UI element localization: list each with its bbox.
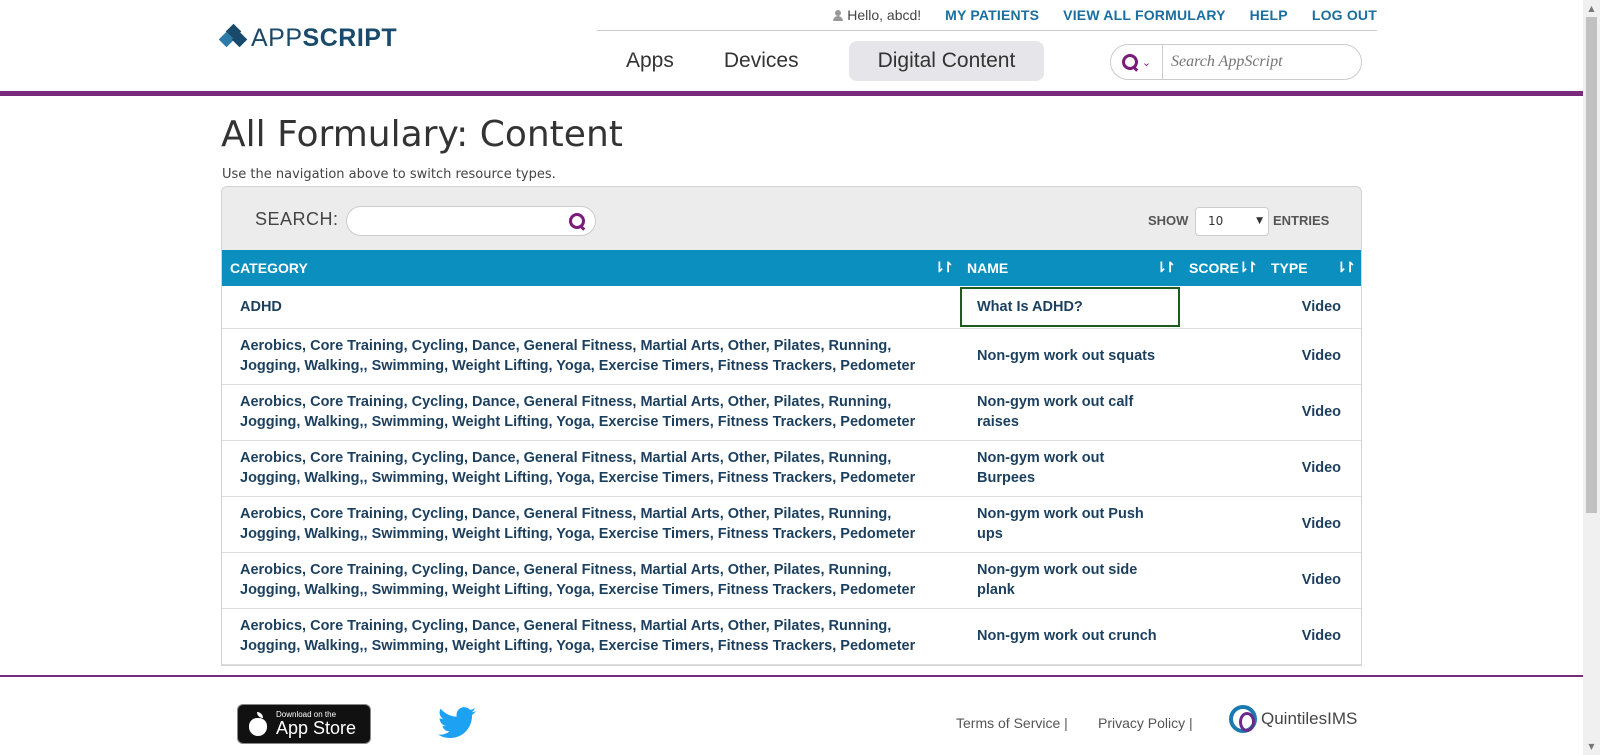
log-out-link[interactable]: LOG OUT [1312,7,1377,23]
search-icon [1121,54,1138,70]
row-name-link[interactable]: Non-gym work out side plank [959,552,1181,609]
row-category: Aerobics, Core Training, Cycling, Dance,… [222,328,959,385]
row-category: Aerobics, Core Training, Cycling, Dance,… [222,608,959,665]
table-row[interactable]: Aerobics, Core Training, Cycling, Dance,… [222,608,1361,665]
row-type: Video [1263,496,1361,553]
col-score[interactable]: SCORE ⇂↾ [1181,250,1263,286]
app-store-badge[interactable]: Download on the App Store [237,704,371,744]
site-footer: Download on the App Store Terms of Servi… [0,675,1583,755]
row-score [1181,286,1263,329]
quintilesims-logo[interactable]: QuintilesIMS [1229,705,1357,733]
table-row[interactable]: Aerobics, Core Training, Cycling, Dance,… [222,552,1361,609]
table-row[interactable]: Aerobics, Core Training, Cycling, Dance,… [222,384,1361,441]
main-nav: Apps Devices Digital Content [597,41,1045,81]
table-filter-bar: SEARCH: SHOW 10 ▼ ENTRIES [222,187,1361,251]
row-name-link[interactable]: Non-gym work out Burpees [959,440,1181,497]
top-utility-bar: Hello, abcd! MY PATIENTS VIEW ALL FORMUL… [597,0,1377,31]
appstore-big-text: App Store [276,718,357,738]
appscript-logo[interactable]: APPSCRIPT [218,23,398,53]
table-search-input[interactable] [346,206,596,236]
quintiles-mark-icon [1229,705,1257,733]
search-icon[interactable] [569,213,585,229]
user-icon [833,9,844,21]
sort-icon[interactable]: ⇂↾ [1336,259,1357,276]
row-category: Aerobics, Core Training, Cycling, Dance,… [222,384,959,441]
view-all-formulary-link[interactable]: VIEW ALL FORMULARY [1063,7,1226,23]
row-name-link[interactable]: Non-gym work out crunch [959,608,1181,665]
site-header: APPSCRIPT Hello, abcd! MY PATIENTS VIEW … [0,0,1583,96]
sort-asc-icon[interactable]: ⇂↾ [934,259,955,276]
scroll-down-icon[interactable]: ▼ [1583,738,1600,755]
site-search-input[interactable] [1163,53,1353,71]
row-category: ADHD [222,286,959,329]
col-category[interactable]: CATEGORY ⇂↾ [222,250,959,286]
formulary-table: CATEGORY ⇂↾ NAME ⇂↾ SCORE ⇂↾ TYPE ⇂↾ ADHD Wh… [222,250,1361,665]
row-type: Video [1263,552,1361,609]
entries-select[interactable]: 10 ▼ [1195,207,1269,236]
row-score [1181,608,1263,665]
row-category: Aerobics, Core Training, Cycling, Dance,… [222,440,959,497]
row-name-link[interactable]: What Is ADHD? [959,286,1181,329]
col-type[interactable]: TYPE ⇂↾ [1263,250,1361,286]
logo-mark-icon [218,23,248,52]
table-row[interactable]: Aerobics, Core Training, Cycling, Dance,… [222,328,1361,385]
greeting: Hello, abcd! [833,7,921,23]
entries-select-value: 10 [1208,214,1224,228]
table-search-label: SEARCH: [255,209,339,229]
row-type: Video [1263,286,1361,329]
scroll-up-icon[interactable]: ▲ [1583,0,1600,17]
table-row[interactable]: Aerobics, Core Training, Cycling, Dance,… [222,496,1361,553]
greeting-text: Hello, abcd! [847,7,922,23]
quintiles-text: QuintilesIMS [1261,709,1358,728]
show-label: SHOW [1148,213,1189,228]
row-score [1181,496,1263,553]
row-type: Video [1263,608,1361,665]
row-name-link[interactable]: Non-gym work out Push ups [959,496,1181,553]
row-type: Video [1263,440,1361,497]
row-type: Video [1263,328,1361,385]
row-score [1181,440,1263,497]
row-score [1181,552,1263,609]
table-row[interactable]: ADHD What Is ADHD? Video [222,286,1361,329]
table-row[interactable]: Aerobics, Core Training, Cycling, Dance,… [222,440,1361,497]
col-name[interactable]: NAME ⇂↾ [959,250,1181,286]
sort-icon[interactable]: ⇂↾ [1238,259,1259,276]
nav-digital-content[interactable]: Digital Content [848,41,1045,81]
scroll-thumb[interactable] [1586,17,1597,513]
twitter-icon[interactable] [438,707,476,739]
help-link[interactable]: HELP [1250,7,1288,23]
row-category: Aerobics, Core Training, Cycling, Dance,… [222,552,959,609]
logo-text: APPSCRIPT [251,24,398,52]
entries-label: ENTRIES [1273,213,1330,228]
my-patients-link[interactable]: MY PATIENTS [945,7,1039,23]
chevron-down-icon: ⌄ [1141,55,1152,69]
search-scope-dropdown[interactable]: ⌄ [1111,45,1163,79]
row-category: Aerobics, Core Training, Cycling, Dance,… [222,496,959,553]
row-name-link[interactable]: Non-gym work out calf raises [959,384,1181,441]
header-divider [0,91,1583,96]
terms-of-service-link[interactable]: Terms of Service | [956,715,1068,731]
row-score [1181,384,1263,441]
formulary-panel: SEARCH: SHOW 10 ▼ ENTRIES CATEGORY ⇂↾ NAM… [221,186,1362,666]
page-scrollbar[interactable]: ▲ ▼ [1583,0,1600,755]
page-title: All Formulary: Content [221,114,623,155]
site-search: ⌄ [1110,44,1362,80]
row-type: Video [1263,384,1361,441]
privacy-policy-link[interactable]: Privacy Policy | [1098,715,1193,731]
sort-icon[interactable]: ⇂↾ [1156,259,1177,276]
nav-devices[interactable]: Devices [724,41,849,81]
table-header-row: CATEGORY ⇂↾ NAME ⇂↾ SCORE ⇂↾ TYPE ⇂↾ [222,250,1361,286]
row-score [1181,328,1263,385]
apple-icon [248,712,268,736]
select-arrow-icon: ▼ [1256,216,1263,226]
nav-apps[interactable]: Apps [597,41,724,81]
page-subtitle: Use the navigation above to switch resou… [222,167,556,182]
row-name-link[interactable]: Non-gym work out squats [959,328,1181,385]
